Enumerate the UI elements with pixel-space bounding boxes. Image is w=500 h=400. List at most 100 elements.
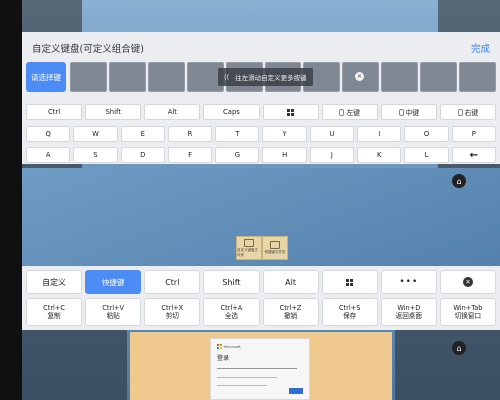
brand-row: Microsoft (217, 344, 241, 349)
more-icon: ••• (399, 277, 419, 287)
shortcut-keys: Win+D (397, 303, 421, 312)
shortcut-desc: 保存 (343, 312, 357, 320)
shortcut-desc: 撤销 (283, 312, 298, 320)
key-u[interactable]: U (309, 126, 355, 142)
shortcut-row: Ctrl+C 复制 Ctrl+V 粘贴 Ctrl+X 剪切 Ctrl+A 全选 … (26, 298, 496, 326)
key-j[interactable]: J (309, 147, 355, 163)
account-field[interactable] (217, 368, 297, 369)
tag-icon[interactable]: ⌂ (452, 341, 466, 355)
shortcut-keyboard-panel: 自定义 快捷键 Ctrl Shift Alt ••• ✕ Ctrl+C 复制 C… (22, 266, 500, 330)
shortcut-keys: Ctrl+C (43, 303, 65, 312)
left-frame (0, 0, 22, 400)
shortcut-cut[interactable]: Ctrl+X 剪切 (144, 298, 201, 326)
windows-icon (346, 278, 354, 286)
shortcut-keys: Win+Tab (453, 303, 483, 312)
key-h[interactable]: H (262, 147, 307, 163)
shortcut-paste[interactable]: Ctrl+V 粘贴 (85, 298, 142, 326)
select-keys-button[interactable]: 请选择键 (26, 62, 66, 92)
key-slot[interactable] (108, 62, 146, 92)
key-a[interactable]: A (26, 147, 71, 163)
key-mouse-middle[interactable]: 中键 (380, 104, 437, 120)
custom-keyboard-title: 自定义键盘(可定义组合键) (32, 44, 144, 55)
key-k[interactable]: K (357, 147, 402, 163)
shortcut-keys: Ctrl+S (338, 303, 361, 312)
close-icon: ✕ (462, 277, 473, 287)
key-slot[interactable] (381, 62, 419, 92)
key-e[interactable]: E (120, 126, 165, 142)
mode-windows[interactable] (321, 270, 378, 294)
mode-shift[interactable]: Shift (203, 270, 260, 294)
key-o[interactable]: O (404, 126, 449, 142)
key-slot[interactable] (459, 62, 496, 92)
key-f[interactable]: F (167, 147, 213, 163)
field-divider (217, 377, 277, 378)
key-r[interactable]: R (167, 126, 213, 142)
folder-icon (270, 241, 280, 249)
shortcut-show-desktop[interactable]: Win+D 返回桌面 (380, 298, 437, 326)
close-keyboard-button[interactable]: ✕ (439, 270, 496, 294)
desktop-folder[interactable]: 自定义键盘文件夹 (236, 236, 262, 260)
shortcut-undo[interactable]: Ctrl+Z 撤销 (262, 298, 319, 326)
key-t[interactable]: T (215, 126, 260, 142)
mode-custom[interactable]: 自定义 (26, 270, 83, 294)
double-chevron-left-icon: ⟨⟨ (224, 73, 230, 81)
key-windows[interactable] (262, 104, 319, 120)
shortcut-desc: 粘贴 (106, 312, 120, 320)
key-q[interactable]: Q (26, 126, 71, 142)
key-l[interactable]: L (404, 147, 449, 163)
key-s[interactable]: S (73, 147, 118, 163)
done-button[interactable]: 完成 (471, 41, 490, 55)
dim-panel-left-bottom (22, 330, 127, 400)
folder-caption: 自定义键盘文件夹 (237, 247, 258, 257)
shortcut-switch-window[interactable]: Win+Tab 切换窗口 (439, 298, 496, 326)
shortcut-desc: 返回桌面 (395, 312, 422, 320)
folder-icon (244, 238, 254, 247)
key-slot[interactable] (70, 62, 107, 92)
shortcut-desc: 切换窗口 (454, 312, 482, 320)
brand-name: Microsoft (223, 344, 241, 349)
shortcut-select-all[interactable]: Ctrl+A 全选 (203, 298, 260, 326)
key-mouse-right-label: 右键 (464, 109, 479, 117)
desktop-folder[interactable]: 快捷键文件夹 (262, 236, 288, 260)
key-caps[interactable]: Caps (203, 104, 260, 120)
shortcut-desc: 剪切 (165, 312, 179, 320)
key-w[interactable]: W (73, 126, 118, 142)
shortcut-keys: Ctrl+X (161, 303, 184, 312)
key-mouse-right[interactable]: 右键 (439, 104, 496, 120)
tag-icon[interactable]: ⌂ (452, 174, 466, 188)
next-button[interactable] (289, 388, 303, 394)
key-shift[interactable]: Shift (85, 104, 142, 120)
letter-row-1: Q W E R T Y U I O P (26, 126, 496, 142)
key-slot[interactable] (147, 62, 185, 92)
key-d[interactable]: D (120, 147, 165, 163)
key-ctrl[interactable]: Ctrl (26, 104, 83, 120)
shortcut-desc: 复制 (47, 312, 61, 320)
mode-alt[interactable]: Alt (262, 270, 319, 294)
remote-desktop-screens: 自定义键盘(可定义组合键) 完成 请选择键 ⟨⟨ 往左滑动自定义更多按键 ✕ C… (0, 0, 500, 400)
more-button[interactable]: ••• (380, 270, 437, 294)
close-hint-icon[interactable]: ✕ (355, 72, 364, 81)
swipe-hint-text: 往左滑动自定义更多按键 (235, 74, 307, 82)
key-y[interactable]: Y (262, 126, 307, 142)
shortcut-copy[interactable]: Ctrl+C 复制 (26, 298, 83, 326)
swipe-hint: ⟨⟨ 往左滑动自定义更多按键 (218, 68, 313, 86)
shortcut-keys: Ctrl+V (102, 303, 125, 312)
shortcut-save[interactable]: Ctrl+S 保存 (321, 298, 378, 326)
shortcut-desc: 全选 (224, 312, 239, 320)
field-divider (217, 385, 267, 386)
login-title: 登录 (217, 355, 230, 362)
key-mouse-left[interactable]: 左键 (321, 104, 378, 120)
key-backspace[interactable]: ← (451, 147, 496, 163)
letter-row-2: A S D F G H J K L ← (26, 147, 496, 163)
key-p[interactable]: P (451, 126, 496, 142)
key-slot[interactable] (420, 62, 458, 92)
mouse-right-icon (457, 108, 463, 116)
modifier-key-row: Ctrl Shift Alt Caps 左键 中键 右键 (26, 104, 496, 120)
key-mouse-left-label: 左键 (346, 109, 360, 117)
key-i[interactable]: I (357, 126, 402, 142)
folder-caption: 快捷键文件夹 (264, 250, 286, 254)
key-alt[interactable]: Alt (144, 104, 201, 120)
mode-ctrl[interactable]: Ctrl (144, 270, 201, 294)
key-g[interactable]: G (215, 147, 260, 163)
mode-shortcuts[interactable]: 快捷键 (85, 270, 142, 294)
